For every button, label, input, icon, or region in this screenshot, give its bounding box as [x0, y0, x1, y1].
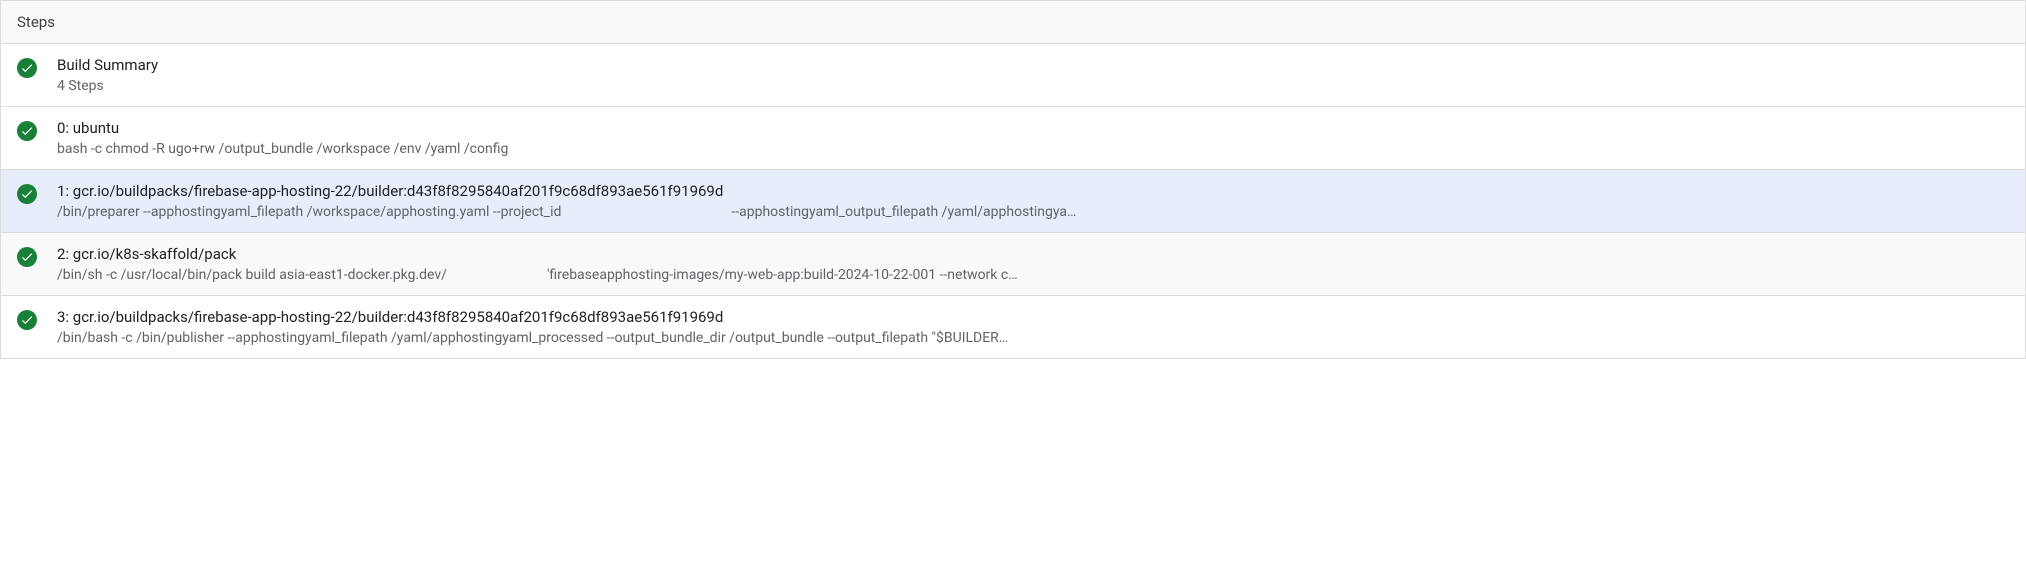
- steps-header: Steps: [1, 1, 2025, 44]
- subtitle-left: /bin/sh -c /usr/local/bin/pack build asi…: [57, 267, 447, 283]
- step-row-2[interactable]: 2: gcr.io/k8s-skaffold/pack /bin/sh -c /…: [1, 233, 2025, 296]
- step-title: 0: ubuntu: [57, 119, 2009, 137]
- step-title: 3: gcr.io/buildpacks/firebase-app-hostin…: [57, 308, 2009, 326]
- step-content: 3: gcr.io/buildpacks/firebase-app-hostin…: [57, 308, 2009, 346]
- step-subtitle: bash -c chmod -R ugo+rw /output_bundle /…: [57, 141, 2009, 157]
- step-subtitle: /bin/preparer --apphostingyaml_filepath …: [57, 204, 2009, 220]
- steps-panel: Steps Build Summary 4 Steps 0: ubuntu ba…: [0, 0, 2026, 359]
- success-icon: [17, 58, 37, 78]
- step-row-3[interactable]: 3: gcr.io/buildpacks/firebase-app-hostin…: [1, 296, 2025, 358]
- build-summary-row[interactable]: Build Summary 4 Steps: [1, 44, 2025, 107]
- step-title: 2: gcr.io/k8s-skaffold/pack: [57, 245, 2009, 263]
- steps-header-title: Steps: [17, 13, 55, 31]
- step-subtitle: /bin/sh -c /usr/local/bin/pack build asi…: [57, 267, 2009, 283]
- step-row-0[interactable]: 0: ubuntu bash -c chmod -R ugo+rw /outpu…: [1, 107, 2025, 170]
- summary-subtitle: 4 Steps: [57, 78, 2009, 94]
- success-icon: [17, 184, 37, 204]
- step-content: 1: gcr.io/buildpacks/firebase-app-hostin…: [57, 182, 2009, 220]
- success-icon: [17, 310, 37, 330]
- step-content: 2: gcr.io/k8s-skaffold/pack /bin/sh -c /…: [57, 245, 2009, 283]
- step-title: 1: gcr.io/buildpacks/firebase-app-hostin…: [57, 182, 2009, 200]
- subtitle-left: /bin/preparer --apphostingyaml_filepath …: [57, 204, 561, 220]
- step-subtitle: /bin/bash -c /bin/publisher --apphosting…: [57, 330, 2009, 346]
- subtitle-gap: [447, 267, 547, 283]
- step-row-1[interactable]: 1: gcr.io/buildpacks/firebase-app-hostin…: [1, 170, 2025, 233]
- success-icon: [17, 247, 37, 267]
- summary-title: Build Summary: [57, 56, 2009, 74]
- step-content: Build Summary 4 Steps: [57, 56, 2009, 94]
- subtitle-gap: [561, 204, 731, 220]
- subtitle-right: --apphostingyaml_output_filepath /yaml/a…: [731, 204, 1076, 220]
- step-content: 0: ubuntu bash -c chmod -R ugo+rw /outpu…: [57, 119, 2009, 157]
- subtitle-right: 'firebaseapphosting-images/my-web-app:bu…: [547, 267, 1018, 283]
- success-icon: [17, 121, 37, 141]
